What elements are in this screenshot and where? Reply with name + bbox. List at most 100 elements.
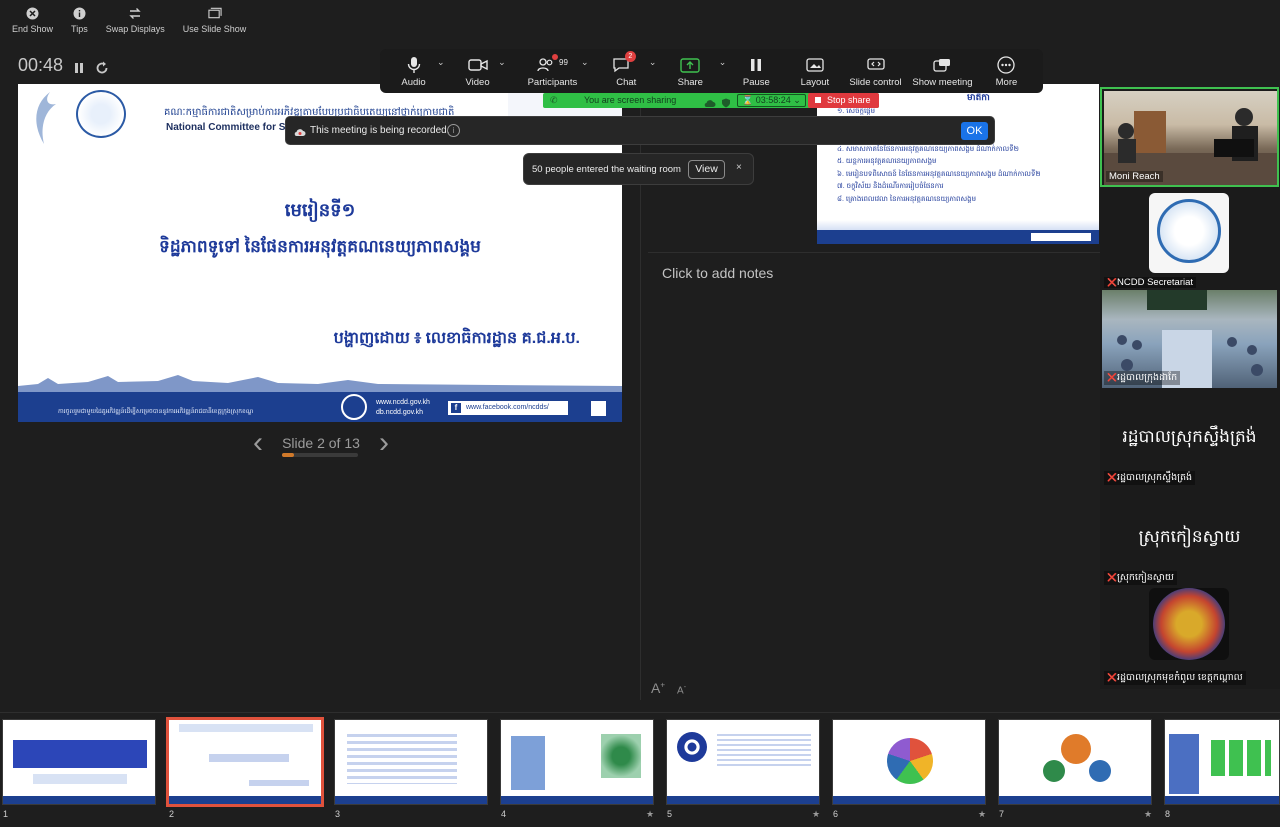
facebook-icon: f xyxy=(451,403,461,413)
pause-share-button[interactable]: Pause xyxy=(725,49,788,93)
waiting-room-notification: 50 people entered the waiting room View … xyxy=(523,153,754,185)
slide-progress-bar xyxy=(282,453,358,457)
mic-muted-icon: ❌ xyxy=(1107,573,1117,582)
contents-item: ៤. សមាសភាគនៃផែនការអនុវត្តគណនេយ្យភាពសង្គម… xyxy=(837,145,1019,153)
pause-label: Pause xyxy=(742,77,770,88)
share-screen-icon xyxy=(679,55,701,75)
presentation-timer: 00:48 xyxy=(18,55,109,76)
pause-timer-icon[interactable] xyxy=(72,59,86,73)
decrease-font-button[interactable]: A- xyxy=(677,684,686,696)
show-meeting-button[interactable]: Show meeting xyxy=(909,49,976,93)
layout-label: Layout xyxy=(800,77,830,88)
slide-thumbnail[interactable] xyxy=(1164,719,1280,805)
mic-muted-icon: ❌ xyxy=(1107,673,1117,682)
participants-label: Participants xyxy=(527,77,578,88)
video-camera-icon xyxy=(467,55,489,75)
participants-alert-dot xyxy=(552,54,559,60)
view-waiting-room-button[interactable]: View xyxy=(688,160,725,179)
participants-count: 99 xyxy=(559,58,568,67)
recording-notification: This meeting is being recorded. i OK xyxy=(285,116,995,145)
increase-font-button[interactable]: A+ xyxy=(651,680,665,696)
qr-code xyxy=(591,401,606,416)
slide-control-button[interactable]: Slide control xyxy=(842,49,909,93)
use-slide-show-button[interactable]: Use Slide Show xyxy=(179,6,251,34)
thumbnail-number: 6 xyxy=(833,809,839,819)
slide-thumbnail[interactable] xyxy=(832,719,986,805)
participant-display-name: រដ្ឋបាលស្រុកស្ទឹងត្រង់ xyxy=(1122,427,1257,446)
presenter-line: បង្ហាញដោយ ៖ លេខាធិការដ្ឋាន គ.ជ.អ.ប. xyxy=(333,330,580,347)
slide-title: ទិដ្ឋភាពទូទៅ នៃផែនការអនុវត្តគណនេយ្យភាពសង… xyxy=(159,237,481,256)
next-slide-footer xyxy=(817,230,1099,244)
participant-name: Moni Reach xyxy=(1106,171,1163,182)
footer-seal-icon xyxy=(341,394,367,420)
swap-displays-button[interactable]: Swap Displays xyxy=(102,6,169,34)
contents-item: ៨. គ្រោងពេលវេលា នៃការអនុវត្តគណនេយ្យភាពសង… xyxy=(837,195,977,203)
next-slide-title: មាតិកា xyxy=(967,92,990,102)
contents-item: ៧. ចក្ខុវិស័យ និងដំណើរការរៀបចំផែនការ xyxy=(837,183,944,190)
close-icon[interactable]: × xyxy=(736,162,742,173)
participant-tile[interactable]: ❌រដ្ឋបាលក្រុងដាកែ xyxy=(1100,288,1279,388)
more-button[interactable]: More xyxy=(976,49,1037,93)
swirl-ornament-icon xyxy=(36,92,56,144)
audio-button[interactable]: ⌄ Audio xyxy=(386,49,445,93)
presenter-toolbar: End Show Tips Swap Displays Use Slide Sh… xyxy=(8,6,250,34)
slide-thumbnail[interactable] xyxy=(500,719,654,805)
thumbnail-number: 3 xyxy=(335,809,341,819)
participant-tile[interactable]: ស្រុកកៀនស្វាយ ❌ស្រុកកៀនស្វាយ xyxy=(1100,488,1279,588)
lesson-number: មេរៀនទី១ xyxy=(284,200,356,220)
tips-button[interactable]: Tips xyxy=(67,6,92,34)
phone-icon: ✆ xyxy=(550,95,558,105)
screen-sharing-banner: ✆ You are screen sharing ⌛ 03:58:24 ⌄ St… xyxy=(543,93,879,108)
participant-tile[interactable]: Moni Reach xyxy=(1100,87,1279,187)
stop-share-button[interactable]: Stop share xyxy=(808,93,879,108)
slide-thumbnail[interactable] xyxy=(334,719,488,805)
participants-button[interactable]: 99 ⌄ Participants xyxy=(514,49,591,93)
thumbnail-number: 2 xyxy=(169,809,175,819)
participant-tile[interactable]: រដ្ឋបាលស្រុកស្ទឹងត្រង់ ❌រដ្ឋបាលស្រុកស្ទឹ… xyxy=(1100,388,1279,488)
cloud-recording-icon xyxy=(294,125,306,137)
thumbnail-number: 8 xyxy=(1165,809,1171,819)
participant-display-name: ស្រុកកៀនស្វាយ xyxy=(1138,527,1241,546)
participant-tile[interactable]: ❌រដ្ឋបាលស្រុកមុខកំពូល ខេត្តកណ្តាល xyxy=(1100,588,1279,688)
layout-button[interactable]: Layout xyxy=(788,49,842,93)
chat-button[interactable]: 2 ⌄ Chat xyxy=(591,49,662,93)
slide-thumbnail[interactable] xyxy=(166,717,324,807)
next-slide-button[interactable]: › xyxy=(374,428,394,458)
star-icon: ★ xyxy=(978,809,987,819)
district-avatar xyxy=(1149,588,1229,660)
swap-displays-icon xyxy=(128,6,142,20)
next-slide-facebook-box xyxy=(1031,233,1091,241)
video-options-chevron-icon[interactable]: ⌄ xyxy=(498,57,506,68)
previous-slide-button[interactable]: ‹ xyxy=(248,428,268,458)
slide-thumbnail[interactable] xyxy=(998,719,1152,805)
contents-item: ៥. យន្តការអនុវត្តគណនេយ្យភាពសង្គម xyxy=(837,158,937,165)
slide-thumbnail[interactable] xyxy=(2,719,156,805)
recording-info-icon[interactable]: i xyxy=(447,124,460,137)
waiting-room-message: 50 people entered the waiting room xyxy=(532,164,681,175)
footer-slogan: ការចូលរួមជាមួយដៃគូអភិវឌ្ឍន៍ដើម្បីសម្រេចប… xyxy=(58,409,254,415)
participant-tile[interactable]: ❌NCDD Secretariat xyxy=(1100,191,1279,291)
share-label: Share xyxy=(677,77,703,88)
thumbnail-number: 1 xyxy=(3,809,9,819)
reset-timer-icon[interactable] xyxy=(95,59,109,73)
recording-ok-button[interactable]: OK xyxy=(961,122,988,140)
facebook-link: f www.facebook.com/ncdds/ xyxy=(448,401,568,415)
participant-name: ❌រដ្ឋបាលស្រុកស្ទឹងត្រង់ xyxy=(1104,471,1196,485)
chat-options-chevron-icon[interactable]: ⌄ xyxy=(649,57,657,68)
speaker-notes-area[interactable]: Click to add notes xyxy=(648,252,1100,682)
video-button[interactable]: ⌄ Video xyxy=(441,49,514,93)
participants-options-chevron-icon[interactable]: ⌄ xyxy=(581,57,589,68)
slide-thumbnail[interactable] xyxy=(666,719,820,805)
mic-muted-icon: ❌ xyxy=(1107,373,1117,382)
slide-control-label: Slide control xyxy=(849,77,902,88)
share-button[interactable]: ⌄ Share xyxy=(662,49,727,93)
end-show-button[interactable]: End Show xyxy=(8,6,57,34)
participant-name: ❌NCDD Secretariat xyxy=(1104,277,1197,288)
slide-progress-fill xyxy=(282,453,294,457)
star-icon: ★ xyxy=(1144,809,1153,819)
show-meeting-icon xyxy=(931,55,953,75)
video-label: Video xyxy=(465,77,490,88)
footer-websites: www.ncdd.gov.kh db.ncdd.gov.kh xyxy=(376,398,430,418)
sharing-duration[interactable]: ⌛ 03:58:24 ⌄ xyxy=(737,94,806,107)
next-slide-preview[interactable]: មាតិកា ១. សេចក្តីផ្តើម ២. គោលបំណង ៣. យន្… xyxy=(817,84,1099,244)
